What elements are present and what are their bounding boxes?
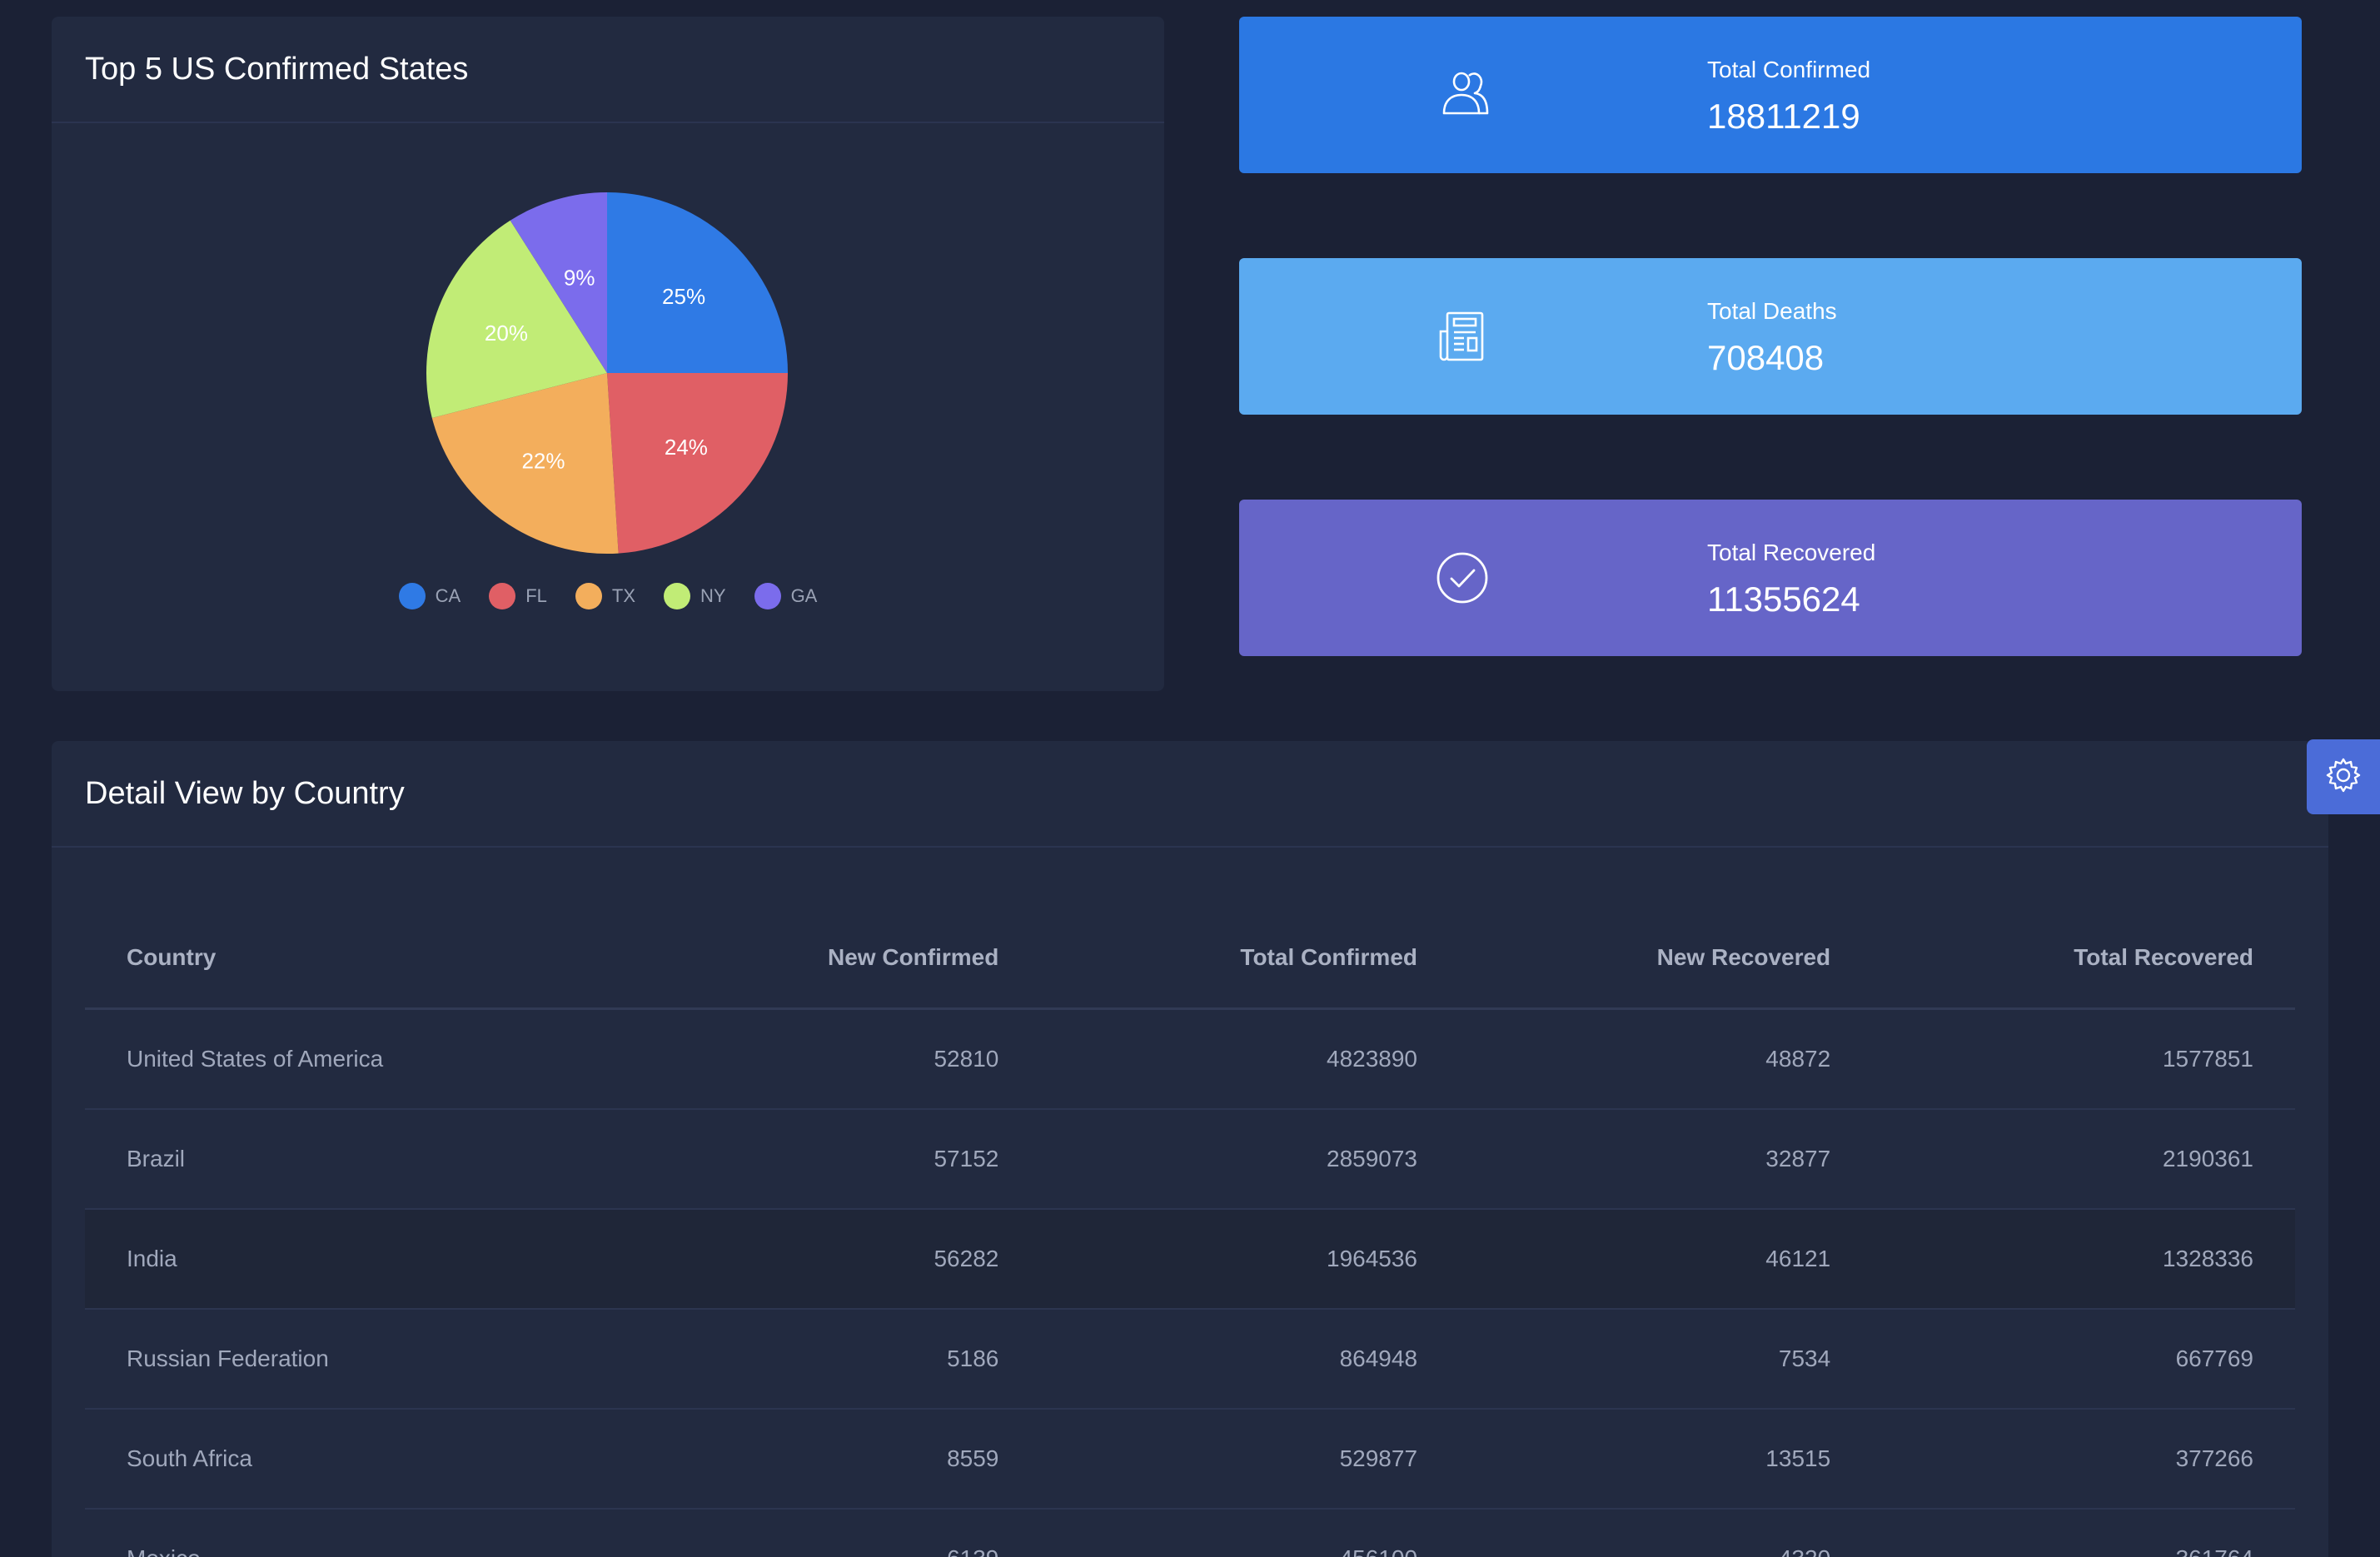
value-cell: 667769 (1872, 1309, 2295, 1410)
column-header[interactable]: Country (85, 908, 632, 1010)
value-cell: 5186 (631, 1309, 1041, 1410)
country-cell: Mexico (85, 1509, 632, 1557)
value-cell: 1328336 (1872, 1209, 2295, 1310)
total-confirmed-value: 18811219 (1707, 97, 1860, 136)
detail-table: Country New Confirmed Total Confirmed New R… (85, 908, 2295, 1557)
value-cell: 52810 (631, 1008, 1041, 1110)
value-cell: 864948 (1040, 1309, 1460, 1410)
column-header[interactable]: New Recovered (1459, 908, 1873, 1010)
value-cell: 4320 (1459, 1509, 1873, 1557)
country-cell: South Africa (85, 1409, 632, 1510)
pie-slice-label: 20% (485, 321, 528, 346)
total-deaths-value: 708408 (1707, 338, 1825, 377)
value-cell: 46121 (1459, 1209, 1873, 1310)
total-deaths-label: Total Deaths (1707, 298, 1837, 324)
column-header[interactable]: Total Confirmed (1040, 908, 1460, 1010)
settings-button[interactable] (2307, 739, 2380, 814)
country-cell: India (85, 1209, 632, 1310)
users-icon (1432, 65, 1492, 125)
value-cell: 56282 (631, 1209, 1041, 1310)
value-cell: 32877 (1459, 1109, 1873, 1210)
total-confirmed-card: Total Confirmed 18811219 (1239, 17, 2302, 173)
pie-slice-label: 22% (521, 448, 565, 473)
legend-item-ga[interactable]: GA (754, 583, 818, 609)
table-row: Russian Federation 5186 864948 7534 667769 (85, 1309, 2295, 1410)
table-row: United States of America 52810 4823890 4887… (85, 1008, 2295, 1110)
value-cell: 456100 (1040, 1509, 1460, 1557)
newspaper-icon (1432, 306, 1492, 366)
top-states-card: Top 5 US Confirmed States 25% 24% 22% 20% 9%… (52, 17, 1164, 691)
legend-item-ny[interactable]: NY (664, 583, 726, 609)
check-circle-icon (1432, 548, 1492, 608)
table-row: Brazil 57152 2859073 32877 2190361 (85, 1109, 2295, 1210)
total-recovered-value: 11355624 (1707, 580, 1860, 619)
detail-view-header: Detail View by Country (52, 741, 2328, 848)
legend-swatch (398, 583, 426, 609)
total-deaths-card: Total Deaths 708408 (1239, 258, 2302, 415)
total-recovered-card: Total Recovered 11355624 (1239, 500, 2302, 656)
legend-swatch (664, 583, 690, 609)
legend-label: CA (435, 585, 461, 606)
legend-item-ca[interactable]: CA (398, 583, 461, 609)
legend-swatch (754, 583, 781, 609)
column-header[interactable]: Total Recovered (1872, 908, 2295, 1010)
detail-view-card: Detail View by Country Country New Confir… (52, 741, 2328, 1557)
legend-label: FL (525, 585, 547, 606)
value-cell: 7534 (1459, 1309, 1873, 1410)
pie-slice-label: 24% (665, 435, 708, 460)
value-cell: 57152 (631, 1109, 1041, 1210)
total-confirmed-label: Total Confirmed (1707, 57, 1871, 82)
dashboard-page: Top 5 US Confirmed States 25% 24% 22% 20% 9%… (0, 0, 2380, 1557)
value-cell: 13515 (1459, 1409, 1873, 1510)
value-cell: 1577851 (1872, 1008, 2295, 1110)
value-cell: 8559 (631, 1409, 1041, 1510)
value-cell: 2859073 (1040, 1109, 1460, 1210)
pie-slice-ca[interactable] (607, 192, 788, 373)
value-cell: 6139 (631, 1509, 1041, 1557)
value-cell: 4823890 (1040, 1008, 1460, 1110)
country-cell: United States of America (85, 1008, 632, 1110)
legend-swatch (575, 583, 602, 609)
table-row: South Africa 8559 529877 13515 377266 (85, 1409, 2295, 1510)
detail-table-wrap: Country New Confirmed Total Confirmed New R… (85, 908, 2295, 1557)
country-cell: Russian Federation (85, 1309, 632, 1410)
value-cell: 1964536 (1040, 1209, 1460, 1310)
value-cell: 2190361 (1872, 1109, 2295, 1210)
table-header-row: Country New Confirmed Total Confirmed New R… (85, 908, 2295, 1010)
table-body: United States of America 52810 4823890 4887… (85, 1008, 2295, 1557)
total-recovered-label: Total Recovered (1707, 540, 1876, 565)
pie-slice-label: 25% (662, 284, 705, 309)
column-header[interactable]: New Confirmed (631, 908, 1041, 1010)
pie-chart: 25% 24% 22% 20% 9% (426, 192, 788, 554)
legend-item-tx[interactable]: TX (575, 583, 635, 609)
pie-legend: CA FL TX NY GA (52, 583, 1164, 609)
detail-view-title: Detail View by Country (85, 775, 405, 811)
value-cell: 48872 (1459, 1008, 1873, 1110)
country-cell: Brazil (85, 1109, 632, 1210)
legend-swatch (489, 583, 516, 609)
value-cell: 529877 (1040, 1409, 1460, 1510)
legend-item-fl[interactable]: FL (489, 583, 547, 609)
legend-label: TX (611, 585, 635, 606)
pie-slice-label: 9% (564, 265, 595, 290)
value-cell: 377266 (1872, 1409, 2295, 1510)
pie-slice-fl[interactable] (607, 373, 788, 554)
table-row: Mexico61394561004320361764 (85, 1509, 2295, 1557)
value-cell: 361764 (1872, 1509, 2295, 1557)
legend-label: GA (790, 585, 818, 606)
legend-label: NY (700, 585, 726, 606)
table-row: India 56282 1964536 46121 1328336 (85, 1209, 2295, 1310)
gear-icon (2324, 756, 2363, 798)
